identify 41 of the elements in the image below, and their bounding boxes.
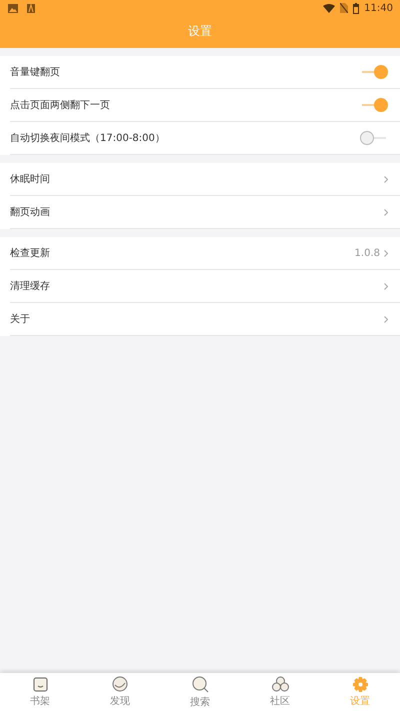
three-faces-icon — [272, 676, 288, 692]
chevron-icon — [384, 316, 388, 322]
nav-tab[interactable]: 搜索 — [160, 673, 240, 711]
setting-label: 关于 — [10, 312, 31, 326]
toggle-switch[interactable] — [360, 98, 388, 112]
font-icon — [27, 4, 35, 12]
wifi-icon — [323, 4, 336, 12]
settings-row[interactable]: 检查更新 1.0.8 — [10, 237, 400, 270]
settings-icon — [352, 676, 368, 692]
face-icon — [112, 676, 128, 692]
chevron-icon — [384, 250, 388, 256]
screen-title: 设置 — [188, 22, 212, 40]
smiley-book-icon — [32, 676, 48, 692]
settings-row[interactable]: 音量键翻页 — [10, 56, 400, 89]
setting-label: 点击页面两侧翻下一页 — [10, 98, 111, 112]
toggle-switch[interactable] — [360, 131, 388, 145]
chevron-icon — [384, 282, 388, 290]
image-icon — [8, 4, 18, 12]
search-icon — [192, 676, 208, 692]
setting-value: 1.0.8 — [354, 248, 380, 258]
status-time: 11:40 — [364, 2, 393, 14]
toggle-switch[interactable] — [360, 65, 388, 79]
setting-label: 音量键翻页 — [10, 66, 61, 79]
settings-row[interactable]: 自动切换夜间模式（17:00-8:00） — [10, 122, 400, 155]
settings-row[interactable]: 翻页动画 — [10, 196, 400, 229]
chevron-icon — [384, 176, 388, 182]
setting-label: 翻页动画 — [10, 206, 51, 219]
nav-tab[interactable]: 社区 — [240, 673, 320, 711]
settings-row[interactable]: 休眠时间 — [10, 163, 400, 196]
nav-tab[interactable]: 发现 — [80, 673, 160, 711]
setting-label: 检查更新 — [10, 246, 51, 260]
settings-row[interactable]: 点击页面两侧翻下一页 — [10, 89, 400, 122]
no-sim-icon — [340, 3, 348, 13]
setting-label: 自动切换夜间模式（17:00-8:00） — [10, 132, 166, 145]
chevron-icon — [384, 208, 388, 216]
nav-tab[interactable]: 书架 — [0, 673, 80, 711]
settings-row[interactable]: 关于 — [10, 303, 400, 336]
settings-row[interactable]: 清理缓存 — [10, 270, 400, 303]
setting-label: 休眠时间 — [10, 172, 51, 186]
battery-icon — [353, 2, 360, 14]
setting-label: 清理缓存 — [10, 280, 51, 293]
